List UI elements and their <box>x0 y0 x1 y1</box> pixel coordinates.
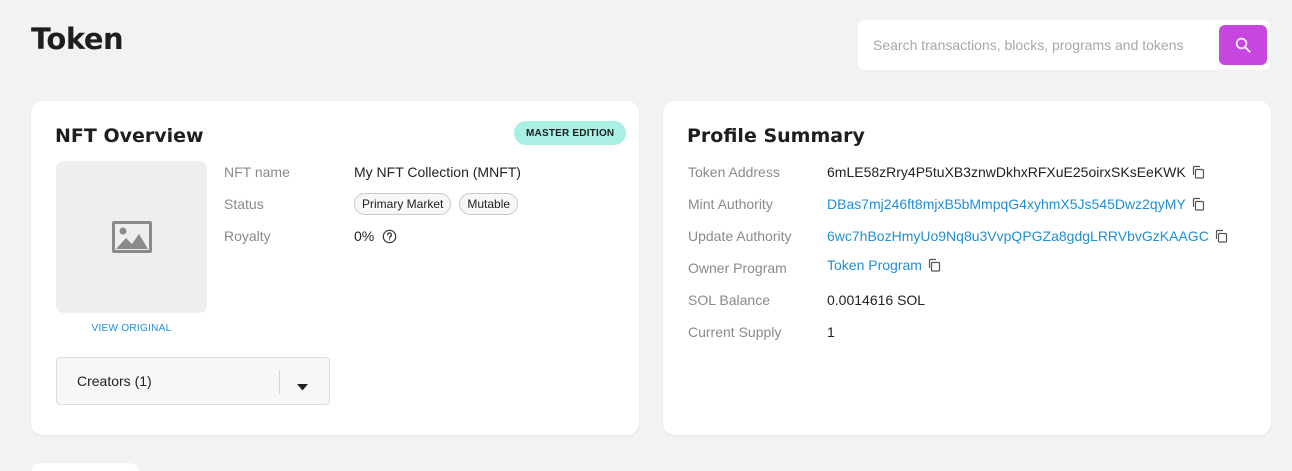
copy-icon[interactable] <box>927 258 941 272</box>
sol-balance-label: SOL Balance <box>688 292 770 308</box>
creators-divider <box>279 370 280 394</box>
update-authority-value: 6wc7hBozHmyUo9Nq8u3VvpQPGZa8gdgLRRVbvGzK… <box>827 228 1228 244</box>
creators-dropdown[interactable]: Creators (1) <box>56 357 330 405</box>
profile-summary-card: Profile Summary Token Address 6mLE58zRry… <box>663 101 1271 435</box>
nft-name-label: NFT name <box>224 164 290 180</box>
search-input[interactable] <box>858 20 1214 70</box>
search-bar <box>858 20 1270 70</box>
nft-overview-card: NFT Overview MASTER EDITION VIEW ORIGINA… <box>31 101 639 435</box>
page-title: Token <box>31 22 124 56</box>
next-card-edge <box>31 463 139 471</box>
help-circle-icon[interactable] <box>382 229 397 244</box>
token-address-text: 6mLE58zRry4P5tuXB3znwDkhxRFXuE25oirxSKsE… <box>827 164 1186 180</box>
view-original-link[interactable]: VIEW ORIGINAL <box>56 323 207 334</box>
royalty-text: 0% <box>354 228 375 244</box>
status-label: Status <box>224 196 264 212</box>
token-address-label: Token Address <box>688 164 780 180</box>
owner-program-label: Owner Program <box>688 260 787 276</box>
update-authority-label: Update Authority <box>688 228 792 244</box>
nft-image[interactable] <box>56 161 207 313</box>
search-icon <box>1234 36 1252 54</box>
creators-label: Creators (1) <box>77 373 152 389</box>
search-button[interactable] <box>1219 25 1267 65</box>
master-edition-badge: MASTER EDITION <box>514 121 627 145</box>
nft-name-text: My NFT Collection (MNFT) <box>354 164 521 180</box>
owner-program-value: Token Program <box>827 257 941 273</box>
current-supply-value: 1 <box>827 324 835 340</box>
token-address-value: 6mLE58zRry4P5tuXB3znwDkhxRFXuE25oirxSKsE… <box>827 164 1205 180</box>
nft-name-value: My NFT Collection (MNFT) <box>354 164 521 180</box>
profile-summary-title: Profile Summary <box>687 125 865 147</box>
current-supply-label: Current Supply <box>688 324 782 340</box>
image-icon <box>111 220 153 254</box>
status-value: Primary Market Mutable <box>354 193 519 215</box>
copy-icon[interactable] <box>1191 165 1205 179</box>
sol-balance-text: 0.0014616 SOL <box>827 292 926 308</box>
status-badge-primary-market: Primary Market <box>354 193 452 215</box>
current-supply-text: 1 <box>827 324 835 340</box>
royalty-value: 0% <box>354 228 397 244</box>
update-authority-link[interactable]: 6wc7hBozHmyUo9Nq8u3VvpQPGZa8gdgLRRVbvGzK… <box>827 228 1209 244</box>
mint-authority-value: DBas7mj246ft8mjxB5bMmpqG4xyhmX5Js545Dwz2… <box>827 196 1205 212</box>
nft-overview-title: NFT Overview <box>55 125 204 147</box>
copy-icon[interactable] <box>1191 197 1205 211</box>
owner-program-link[interactable]: Token Program <box>827 257 922 273</box>
sol-balance-value: 0.0014616 SOL <box>827 292 925 308</box>
mint-authority-label: Mint Authority <box>688 196 773 212</box>
caret-down-icon <box>297 378 308 396</box>
copy-icon[interactable] <box>1214 229 1228 243</box>
status-badge-mutable: Mutable <box>459 193 519 215</box>
mint-authority-link[interactable]: DBas7mj246ft8mjxB5bMmpqG4xyhmX5Js545Dwz2… <box>827 196 1186 212</box>
royalty-label: Royalty <box>224 228 271 244</box>
